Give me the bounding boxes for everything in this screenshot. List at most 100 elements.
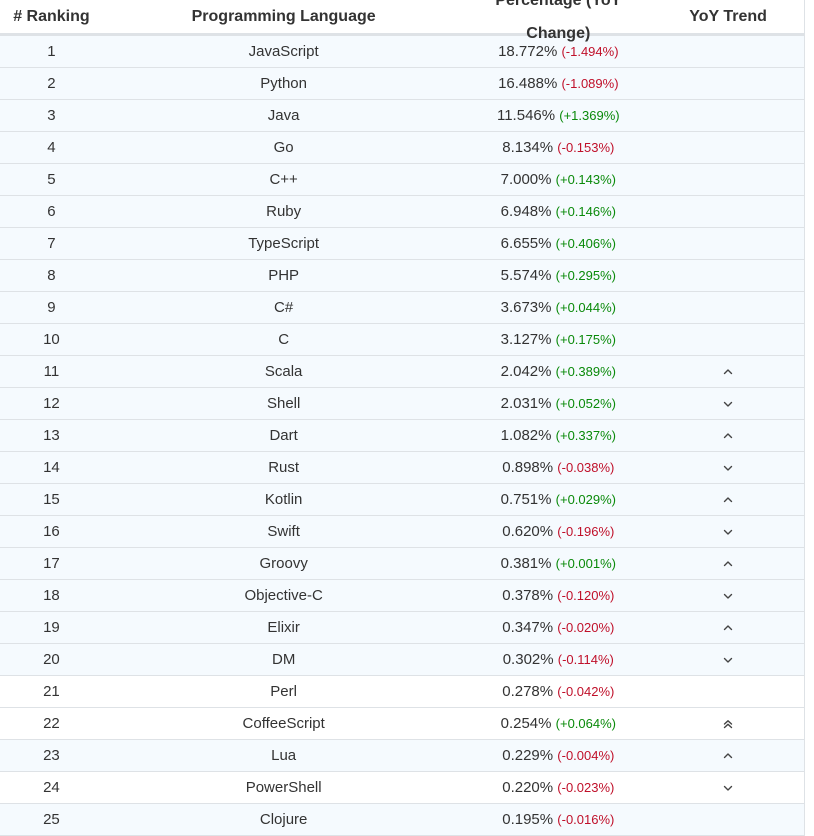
percentage-value: 5.574% xyxy=(500,267,552,284)
table-row: 12 Shell 2.031% (+0.052%) xyxy=(0,388,804,420)
percentage-value: 0.751% xyxy=(500,491,552,508)
rank-cell: 14 xyxy=(43,459,60,476)
ranking-table: # Ranking Programming Language Percentag… xyxy=(0,0,805,836)
chevron-up-icon xyxy=(723,496,733,502)
rank-cell: 11 xyxy=(43,363,60,380)
chevron-up-icon xyxy=(723,560,733,566)
trend-cell xyxy=(652,750,804,762)
percentage-value: 0.302% xyxy=(502,651,554,668)
percentage-value: 2.042% xyxy=(500,363,552,380)
percentage-value: 6.948% xyxy=(500,203,552,220)
rank-cell: 15 xyxy=(43,491,60,508)
percentage-value: 6.655% xyxy=(500,235,552,252)
yoy-change: (+0.406%) xyxy=(555,236,616,251)
language-cell: Kotlin xyxy=(264,491,303,508)
language-cell: Java xyxy=(267,107,300,124)
percentage-cell: 2.042% (+0.389%) xyxy=(464,356,652,387)
table-row: 22 CoffeeScript 0.254% (+0.064%) xyxy=(0,708,804,740)
trend-cell xyxy=(652,398,804,410)
language-cell: Python xyxy=(260,75,307,92)
trend-cell xyxy=(652,366,804,378)
table-row: 20 DM 0.302% (-0.114%) xyxy=(0,644,804,676)
rank-cell: 10 xyxy=(43,331,60,348)
table-row: 15 Kotlin 0.751% (+0.029%) xyxy=(0,484,804,516)
yoy-change: (+0.064%) xyxy=(555,716,616,731)
yoy-change: (+0.001%) xyxy=(555,556,616,571)
trend-cell xyxy=(652,654,804,666)
trend-cell xyxy=(652,590,804,602)
table-row: 9 C# 3.673% (+0.044%) xyxy=(0,292,804,324)
rank-cell: 1 xyxy=(47,43,56,60)
chevron-up-icon xyxy=(723,432,733,438)
trend-cell xyxy=(652,430,804,442)
table-row: 16 Swift 0.620% (-0.196%) xyxy=(0,516,804,548)
double-chevron-up-icon xyxy=(723,719,733,728)
table-row: 11 Scala 2.042% (+0.389%) xyxy=(0,356,804,388)
percentage-cell: 0.278% (-0.042%) xyxy=(464,676,652,707)
rank-cell: 13 xyxy=(43,427,60,444)
percentage-value: 7.000% xyxy=(500,171,552,188)
language-cell: Perl xyxy=(270,683,297,700)
table-row: 14 Rust 0.898% (-0.038%) xyxy=(0,452,804,484)
percentage-value: 0.347% xyxy=(502,619,554,636)
percentage-value: 0.229% xyxy=(502,747,554,764)
percentage-value: 0.620% xyxy=(502,523,554,540)
percentage-cell: 6.948% (+0.146%) xyxy=(464,196,652,227)
trend-cell xyxy=(652,462,804,474)
percentage-value: 16.488% xyxy=(498,75,558,92)
trend-cell xyxy=(652,494,804,506)
header-language[interactable]: Programming Language xyxy=(103,0,465,33)
table-row: 17 Groovy 0.381% (+0.001%) xyxy=(0,548,804,580)
yoy-change: (+0.337%) xyxy=(555,428,616,443)
percentage-value: 18.772% xyxy=(498,43,558,60)
rank-cell: 25 xyxy=(43,811,60,828)
table-header: # Ranking Programming Language Percentag… xyxy=(0,0,804,42)
trend-cell xyxy=(652,526,804,538)
header-trend[interactable]: YoY Trend xyxy=(652,0,804,33)
percentage-cell: 11.546% (+1.369%) xyxy=(464,100,652,131)
yoy-change: (-0.023%) xyxy=(557,780,615,795)
chevron-down-icon xyxy=(723,785,733,791)
table-body: 1 JavaScript 18.772% (-1.494%) 2 Python 16.48… xyxy=(0,36,804,836)
percentage-cell: 0.751% (+0.029%) xyxy=(464,484,652,515)
language-cell: Objective-C xyxy=(244,587,323,604)
percentage-cell: 0.254% (+0.064%) xyxy=(464,708,652,739)
yoy-change: (+0.029%) xyxy=(555,492,616,507)
percentage-value: 0.381% xyxy=(500,555,552,572)
percentage-cell: 5.574% (+0.295%) xyxy=(464,260,652,291)
rank-cell: 6 xyxy=(47,203,56,220)
header-ranking[interactable]: # Ranking xyxy=(0,0,103,33)
table-row: 3 Java 11.546% (+1.369%) xyxy=(0,100,804,132)
percentage-cell: 0.898% (-0.038%) xyxy=(464,452,652,483)
percentage-cell: 0.347% (-0.020%) xyxy=(464,612,652,643)
percentage-cell: 0.195% (-0.016%) xyxy=(464,804,652,835)
rank-cell: 7 xyxy=(47,235,56,252)
percentage-value: 1.082% xyxy=(500,427,552,444)
yoy-change: (+0.175%) xyxy=(555,332,616,347)
chevron-up-icon xyxy=(723,752,733,758)
language-cell: C++ xyxy=(269,171,298,188)
percentage-cell: 18.772% (-1.494%) xyxy=(464,36,652,67)
percentage-cell: 0.381% (+0.001%) xyxy=(464,548,652,579)
language-cell: PHP xyxy=(268,267,300,284)
table-row: 1 JavaScript 18.772% (-1.494%) xyxy=(0,36,804,68)
rank-cell: 20 xyxy=(43,651,60,668)
yoy-change: (-0.042%) xyxy=(557,684,615,699)
language-cell: Scala xyxy=(264,363,303,380)
table-row: 5 C++ 7.000% (+0.143%) xyxy=(0,164,804,196)
yoy-change: (-0.020%) xyxy=(557,620,615,635)
table-row: 23 Lua 0.229% (-0.004%) xyxy=(0,740,804,772)
trend-cell xyxy=(652,718,804,730)
percentage-value: 11.546% xyxy=(496,107,556,124)
percentage-cell: 3.673% (+0.044%) xyxy=(464,292,652,323)
rank-cell: 18 xyxy=(43,587,60,604)
language-cell: C xyxy=(278,331,290,348)
percentage-value: 0.220% xyxy=(502,779,554,796)
rank-cell: 8 xyxy=(47,267,56,284)
percentage-value: 3.673% xyxy=(500,299,552,316)
rank-cell: 22 xyxy=(43,715,60,732)
rank-cell: 5 xyxy=(47,171,56,188)
yoy-change: (-0.114%) xyxy=(557,652,614,667)
yoy-change: (-0.153%) xyxy=(557,140,615,155)
yoy-change: (+0.389%) xyxy=(555,364,616,379)
